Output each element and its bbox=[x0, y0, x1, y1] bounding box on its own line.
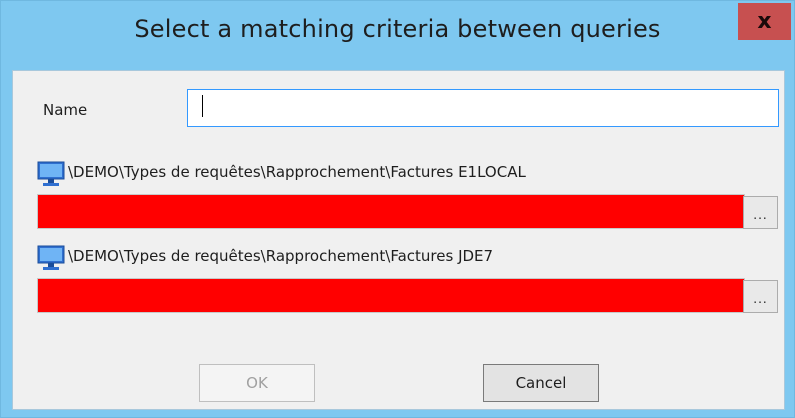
dialog-body: Name \DEMO\Types de requêtes\Rapprocheme… bbox=[12, 70, 785, 410]
cancel-button[interactable]: Cancel bbox=[483, 364, 599, 402]
browse-button-2[interactable]: ... bbox=[743, 280, 778, 313]
query-path-label: \DEMO\Types de requêtes\Rapprochement\Fa… bbox=[68, 247, 494, 265]
matching-criteria-dialog: Select a matching criteria between queri… bbox=[0, 0, 795, 418]
monitor-icon bbox=[37, 161, 65, 186]
close-icon: x bbox=[757, 9, 772, 34]
criteria-field-1[interactable] bbox=[37, 194, 745, 229]
monitor-icon bbox=[37, 245, 65, 270]
dialog-title: Select a matching criteria between queri… bbox=[134, 15, 661, 43]
ok-button[interactable]: OK bbox=[199, 364, 315, 402]
close-button[interactable]: x bbox=[738, 3, 791, 40]
title-bar[interactable]: Select a matching criteria between queri… bbox=[1, 1, 794, 71]
browse-button-1[interactable]: ... bbox=[743, 196, 778, 229]
criteria-field-2[interactable] bbox=[37, 278, 745, 313]
text-caret bbox=[202, 95, 203, 117]
query-path-label: \DEMO\Types de requêtes\Rapprochement\Fa… bbox=[68, 163, 526, 181]
name-label: Name bbox=[43, 101, 88, 119]
name-input[interactable] bbox=[187, 89, 779, 127]
